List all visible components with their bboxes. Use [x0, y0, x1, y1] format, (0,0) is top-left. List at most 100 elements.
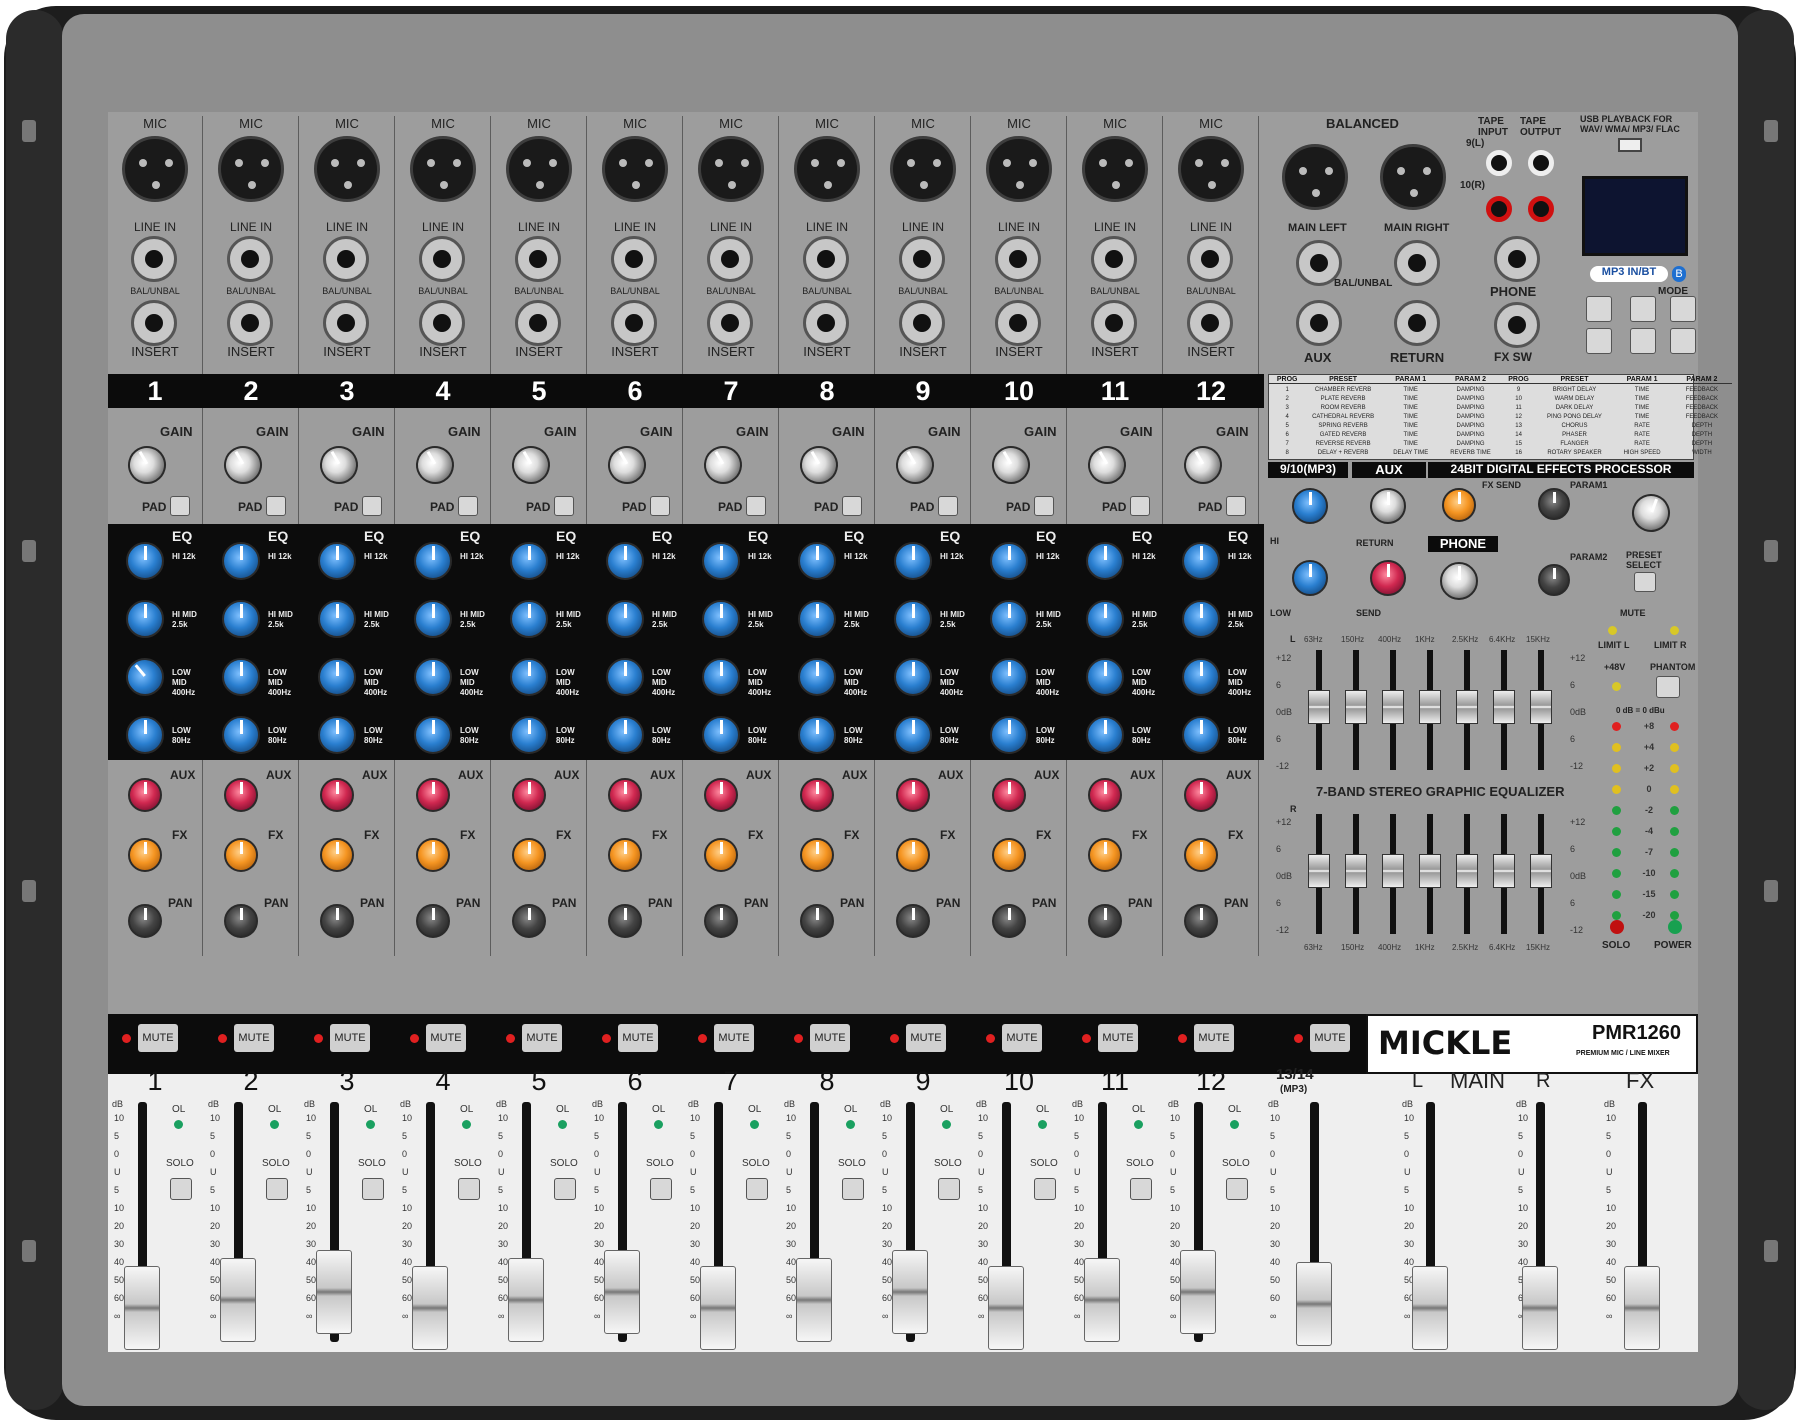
line-in-jack-8[interactable]	[803, 236, 849, 282]
pad-button-7[interactable]	[746, 496, 766, 516]
channel-fader-12[interactable]	[1180, 1250, 1216, 1334]
solo-button-7[interactable]	[746, 1178, 768, 1200]
fx-send-knob-8[interactable]	[800, 838, 834, 872]
mp3-play-pause-button[interactable]	[1586, 296, 1612, 322]
aux-send-knob-10[interactable]	[992, 778, 1026, 812]
line-in-jack-9[interactable]	[899, 236, 945, 282]
eq-low-mid-knob-11[interactable]	[1086, 658, 1124, 696]
aux-send-knob-3[interactable]	[320, 778, 354, 812]
xlr-output-main-right[interactable]	[1380, 144, 1446, 210]
line-in-jack-11[interactable]	[1091, 236, 1137, 282]
insert-jack-4[interactable]	[419, 300, 465, 346]
geq-right-fader-63Hz[interactable]	[1308, 854, 1330, 888]
eq-low-mid-knob-8[interactable]	[798, 658, 836, 696]
mic-xlr-input-6[interactable]	[602, 136, 668, 202]
channel-fader-11[interactable]	[1084, 1258, 1120, 1342]
fx-send-master-knob[interactable]	[1442, 488, 1476, 522]
eq-hi-mid-knob-9[interactable]	[894, 600, 932, 638]
pad-button-5[interactable]	[554, 496, 574, 516]
pan-knob-10[interactable]	[992, 904, 1026, 938]
mp3-repeat-button[interactable]	[1670, 328, 1696, 354]
geq-left-fader-150Hz[interactable]	[1345, 690, 1367, 724]
geq-right-fader-150Hz[interactable]	[1345, 854, 1367, 888]
eq-hi-mid-knob-3[interactable]	[318, 600, 356, 638]
rca-jack-3[interactable]	[1486, 196, 1512, 222]
geq-right-fader-1KHz[interactable]	[1419, 854, 1441, 888]
solo-button-9[interactable]	[938, 1178, 960, 1200]
main-right-bal-jack[interactable]	[1394, 240, 1440, 286]
eq-low-mid-knob-7[interactable]	[702, 658, 740, 696]
eq-low-knob-4[interactable]	[414, 716, 452, 754]
aux-send-knob-12[interactable]	[1184, 778, 1218, 812]
solo-button-2[interactable]	[266, 1178, 288, 1200]
rca-jack-1[interactable]	[1486, 150, 1512, 176]
mute-button-2[interactable]: MUTE	[234, 1024, 274, 1052]
eq-hi-knob-3[interactable]	[318, 542, 356, 580]
line-in-jack-4[interactable]	[419, 236, 465, 282]
mic-xlr-input-4[interactable]	[410, 136, 476, 202]
channel-fader-6[interactable]	[604, 1250, 640, 1334]
geq-right-fader-15KHz[interactable]	[1530, 854, 1552, 888]
eq-low-knob-5[interactable]	[510, 716, 548, 754]
fx-send-knob-7[interactable]	[704, 838, 738, 872]
geq-left-fader-2.5KHz[interactable]	[1456, 690, 1478, 724]
mic-xlr-input-1[interactable]	[122, 136, 188, 202]
aux-send-knob-1[interactable]	[128, 778, 162, 812]
eq-low-knob-6[interactable]	[606, 716, 644, 754]
mp3-prev-button[interactable]	[1630, 296, 1656, 322]
insert-jack-12[interactable]	[1187, 300, 1233, 346]
eq-hi-knob-6[interactable]	[606, 542, 644, 580]
mute-button-10[interactable]: MUTE	[1002, 1024, 1042, 1052]
insert-jack-9[interactable]	[899, 300, 945, 346]
insert-jack-3[interactable]	[323, 300, 369, 346]
aux-send-master-knob[interactable]	[1370, 560, 1406, 596]
eq-hi-mid-knob-5[interactable]	[510, 600, 548, 638]
eq-hi-mid-knob-8[interactable]	[798, 600, 836, 638]
mic-xlr-input-5[interactable]	[506, 136, 572, 202]
mute-button-13-14[interactable]: MUTE	[1310, 1024, 1350, 1052]
eq-low-mid-knob-4[interactable]	[414, 658, 452, 696]
line-in-jack-12[interactable]	[1187, 236, 1233, 282]
fx-send-knob-1[interactable]	[128, 838, 162, 872]
mic-xlr-input-11[interactable]	[1082, 136, 1148, 202]
eq-low-knob-2[interactable]	[222, 716, 260, 754]
solo-button-10[interactable]	[1034, 1178, 1056, 1200]
eq-low-knob-7[interactable]	[702, 716, 740, 754]
aux-send-knob-5[interactable]	[512, 778, 546, 812]
insert-jack-6[interactable]	[611, 300, 657, 346]
pad-button-1[interactable]	[170, 496, 190, 516]
mute-button-1[interactable]: MUTE	[138, 1024, 178, 1052]
eq-hi-knob-8[interactable]	[798, 542, 836, 580]
pan-knob-3[interactable]	[320, 904, 354, 938]
solo-button-5[interactable]	[554, 1178, 576, 1200]
fx-send-knob-2[interactable]	[224, 838, 258, 872]
param1-knob[interactable]	[1538, 488, 1570, 520]
eq-low-mid-knob-12[interactable]	[1182, 658, 1220, 696]
aux-send-knob-4[interactable]	[416, 778, 450, 812]
channel-fader-5[interactable]	[508, 1258, 544, 1342]
insert-jack-2[interactable]	[227, 300, 273, 346]
mic-xlr-input-9[interactable]	[890, 136, 956, 202]
aux-send-knob-7[interactable]	[704, 778, 738, 812]
channel-fader-3[interactable]	[316, 1250, 352, 1334]
eq-hi-mid-knob-4[interactable]	[414, 600, 452, 638]
fx-send-knob-5[interactable]	[512, 838, 546, 872]
pad-button-11[interactable]	[1130, 496, 1150, 516]
fx-send-knob-4[interactable]	[416, 838, 450, 872]
solo-button-6[interactable]	[650, 1178, 672, 1200]
fx-sw-jack[interactable]	[1494, 302, 1540, 348]
solo-button-11[interactable]	[1130, 1178, 1152, 1200]
eq-hi-mid-knob-12[interactable]	[1182, 600, 1220, 638]
insert-jack-5[interactable]	[515, 300, 561, 346]
eq-hi-knob-5[interactable]	[510, 542, 548, 580]
insert-jack-11[interactable]	[1091, 300, 1137, 346]
pad-button-10[interactable]	[1034, 496, 1054, 516]
pad-button-9[interactable]	[938, 496, 958, 516]
geq-left-fader-1KHz[interactable]	[1419, 690, 1441, 724]
mic-xlr-input-3[interactable]	[314, 136, 380, 202]
channel-fader-2[interactable]	[220, 1258, 256, 1342]
mp3-stop-button[interactable]	[1586, 328, 1612, 354]
geq-right-fader-2.5KHz[interactable]	[1456, 854, 1478, 888]
eq-low-knob-3[interactable]	[318, 716, 356, 754]
eq-low-knob-11[interactable]	[1086, 716, 1124, 754]
